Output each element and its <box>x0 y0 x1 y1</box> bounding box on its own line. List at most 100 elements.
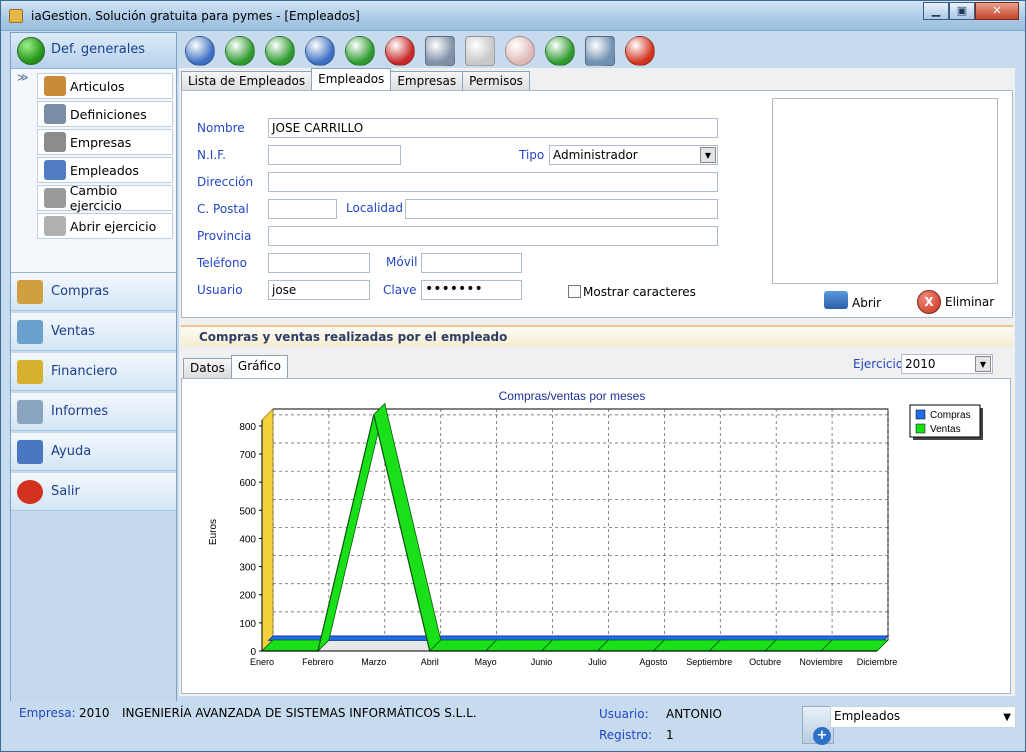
add-icon[interactable] <box>345 36 375 66</box>
movil-field[interactable] <box>421 253 522 273</box>
first-icon[interactable] <box>185 36 215 66</box>
tipo-select[interactable]: Administrador ▼ <box>549 145 718 165</box>
x-tick-label: Enero <box>250 657 274 667</box>
series-ventas-segment <box>820 639 889 652</box>
legend-swatch <box>915 423 926 434</box>
building-icon <box>44 132 66 152</box>
sidebar-menu-salir[interactable]: Salir <box>11 473 176 511</box>
invoice-icon <box>17 319 43 344</box>
chevron-down-icon[interactable]: ▼ <box>1003 709 1011 727</box>
chevron-down-icon[interactable]: ▼ <box>700 147 716 163</box>
cpostal-field[interactable] <box>268 199 337 219</box>
tipo-label: Tipo <box>519 148 545 162</box>
chevron-down-icon[interactable]: ▼ <box>975 356 991 372</box>
sidebar: Def. generales ≫ Articulos Definiciones Em… <box>10 32 177 702</box>
provincia-field[interactable] <box>268 226 718 246</box>
cancel-icon[interactable] <box>505 36 535 66</box>
chart-title: Compras/ventas por meses <box>499 389 646 403</box>
module-select[interactable]: Empleados ▼ <box>830 706 1016 728</box>
add-icon: + <box>813 727 831 745</box>
collapse-icon[interactable]: ≫ <box>17 71 29 84</box>
usuario-status-value: ANTONIO <box>666 707 722 721</box>
clave-field[interactable]: ••••••• <box>421 280 522 300</box>
folder-open-icon[interactable] <box>824 291 848 309</box>
boxes-icon <box>44 76 66 96</box>
x-tick-label: Abril <box>421 657 439 667</box>
direccion-field[interactable] <box>268 172 718 192</box>
delete-photo-icon[interactable]: X <box>917 290 941 314</box>
refresh-icon[interactable] <box>545 36 575 66</box>
chart-tab-bar: Datos Gráfico <box>183 355 288 378</box>
sidebar-item-abrir-ejercicio[interactable]: Abrir ejercicio <box>37 213 173 239</box>
abrir-button[interactable]: Abrir <box>852 296 881 310</box>
close-button[interactable]: ✕ <box>975 2 1019 20</box>
employee-form: Nombre JOSE CARRILLO N.I.F. Tipo Adminis… <box>181 90 1013 318</box>
search-icon[interactable] <box>585 36 615 66</box>
green-ball-icon <box>17 37 45 65</box>
report-icon <box>17 399 43 424</box>
last-icon[interactable] <box>305 36 335 66</box>
usuario-field[interactable]: jose <box>268 280 370 300</box>
sidebar-item-empresas[interactable]: Empresas <box>37 129 173 155</box>
telefono-label: Teléfono <box>197 256 247 270</box>
sidebar-item-label: Definiciones <box>70 106 147 122</box>
y-tick-label: 700 <box>239 450 256 461</box>
module-value: Empleados <box>834 709 901 723</box>
tab-grafico[interactable]: Gráfico <box>230 355 288 378</box>
tab-empresas[interactable]: Empresas <box>390 71 464 91</box>
edit-icon[interactable] <box>425 36 455 66</box>
power-icon[interactable] <box>625 36 655 66</box>
sidebar-item-cambio-ejercicio[interactable]: Cambio ejercicio <box>37 183 173 213</box>
ejercicio-select[interactable]: 2010 ▼ <box>901 354 993 374</box>
coins-icon <box>17 359 43 384</box>
sidebar-item-definiciones[interactable]: Definiciones <box>37 101 173 127</box>
sidebar-item-empleados[interactable]: Empleados <box>37 157 173 183</box>
tab-lista-de-empleados[interactable]: Lista de Empleados <box>181 71 313 91</box>
sidebar-menu-label: Salir <box>51 484 80 499</box>
x-tick-label: Octubre <box>749 657 781 667</box>
x-tick-label: Mayo <box>475 657 497 667</box>
minimize-button[interactable]: ▁ <box>923 2 949 20</box>
sidebar-menu-ayuda[interactable]: Ayuda <box>11 433 176 471</box>
sidebar-menu-label: Ayuda <box>51 444 92 459</box>
tipo-value: Administrador <box>553 148 638 162</box>
tab-empleados[interactable]: Empleados <box>311 68 392 91</box>
clave-label: Clave <box>383 283 417 297</box>
x-tick-label: Marzo <box>361 657 386 667</box>
previous-icon[interactable] <box>225 36 255 66</box>
sidebar-menu-ventas[interactable]: Ventas <box>11 313 176 351</box>
next-icon[interactable] <box>265 36 295 66</box>
nif-label: N.I.F. <box>197 148 226 162</box>
nif-field[interactable] <box>268 145 401 165</box>
y-tick-label: 500 <box>239 506 256 517</box>
mostrar-checkbox[interactable] <box>568 285 581 298</box>
nombre-field[interactable]: JOSE CARRILLO <box>268 118 718 138</box>
save-icon[interactable] <box>465 36 495 66</box>
sidebar-menu-compras[interactable]: Compras <box>11 273 176 311</box>
maximize-button[interactable]: ▣ <box>949 2 975 20</box>
chart-panel: Compras/ventas por meses 0 100 200 300 400 500… <box>181 378 1011 694</box>
x-tick-label: Agosto <box>639 657 667 667</box>
empresa-code: 2010 <box>79 706 110 720</box>
empresa-label: Empresa: <box>19 706 76 720</box>
tab-permisos[interactable]: Permisos <box>462 71 530 91</box>
tab-datos[interactable]: Datos <box>183 358 232 378</box>
cpostal-label: C. Postal <box>197 202 249 216</box>
y-tick-label: 800 <box>239 422 256 433</box>
localidad-label: Localidad <box>346 201 404 215</box>
sales-chart: Compras/ventas por meses0100200300400500… <box>208 389 983 667</box>
sidebar-item-articulos[interactable]: Articulos <box>37 73 173 99</box>
power-icon <box>17 479 43 504</box>
toolbar <box>179 32 1015 68</box>
eliminar-button[interactable]: Eliminar <box>945 295 994 309</box>
delete-icon[interactable] <box>385 36 415 66</box>
sidebar-item-label: Abrir ejercicio <box>70 218 157 234</box>
series-ventas-segment <box>484 639 554 652</box>
x-tick-label: Febrero <box>302 657 334 667</box>
telefono-field[interactable] <box>268 253 370 273</box>
sidebar-menu-informes[interactable]: Informes <box>11 393 176 431</box>
sidebar-header[interactable]: Def. generales <box>11 33 176 69</box>
direccion-label: Dirección <box>197 175 254 189</box>
localidad-field[interactable] <box>405 199 718 219</box>
sidebar-menu-financiero[interactable]: Financiero <box>11 353 176 391</box>
